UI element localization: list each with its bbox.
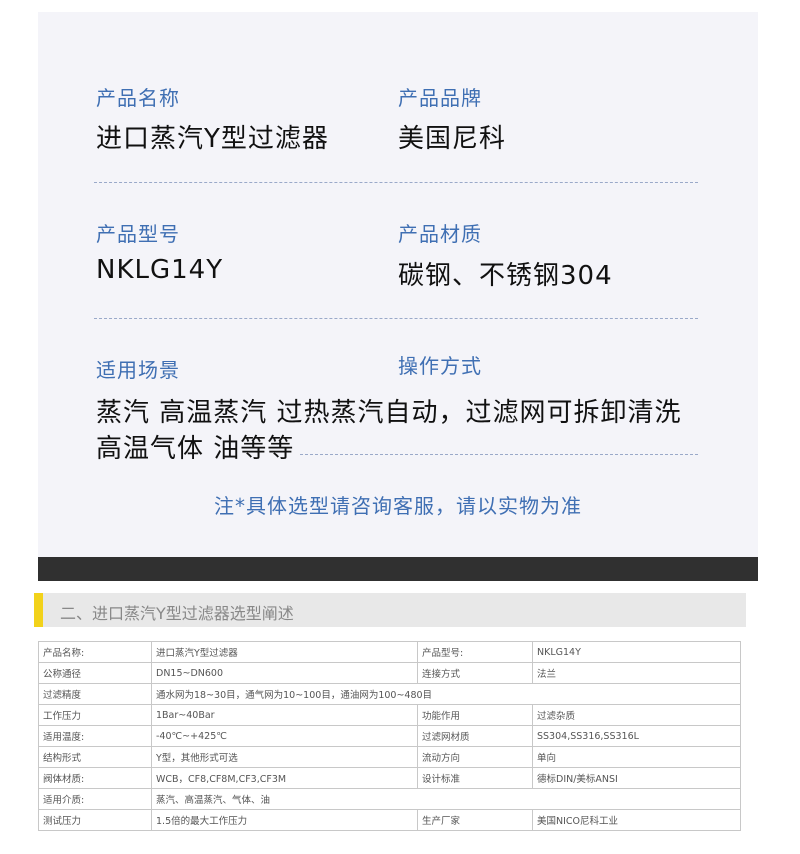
divider: [94, 318, 698, 319]
application-scene-label: 适用场景: [96, 358, 180, 382]
disclaimer-note: 注*具体选型请咨询客服，请以实物为准: [214, 494, 582, 518]
table-cell: DN15~DN600: [151, 662, 418, 684]
section-accent: [34, 593, 43, 627]
divider: [300, 454, 698, 455]
table-cell: 单向: [532, 746, 741, 768]
table-row: 产品名称: 进口蒸汽Y型过滤器 产品型号: NKLG14Y: [38, 641, 741, 663]
table-row: 适用温度: -40℃~+425℃ 过滤网材质 SS304,SS316,SS316…: [38, 725, 741, 747]
table-cell: 功能作用: [417, 704, 533, 726]
separator-bar: [38, 557, 758, 581]
table-cell: 阀体材质:: [38, 767, 152, 789]
table-cell: 过滤杂质: [532, 704, 741, 726]
table-cell: 产品型号:: [417, 641, 533, 663]
table-cell: 设计标准: [417, 767, 533, 789]
table-row: 适用介质: 蒸汽、高温蒸汽、气体、油: [38, 788, 741, 810]
table-cell: 公称通径: [38, 662, 152, 684]
table-cell: 蒸汽、高温蒸汽、气体、油: [151, 788, 741, 810]
section-header: 二、进口蒸汽Y型过滤器选型阐述: [34, 593, 746, 627]
spec-table: 产品名称: 进口蒸汽Y型过滤器 产品型号: NKLG14Y 公称通径 DN15~…: [38, 641, 741, 831]
product-name-value: 进口蒸汽Y型过滤器: [96, 124, 329, 154]
table-cell: 生产厂家: [417, 809, 533, 831]
table-cell: 法兰: [532, 662, 741, 684]
section-title: 二、进口蒸汽Y型过滤器选型阐述: [60, 604, 294, 623]
table-cell: 1.5倍的最大工作压力: [151, 809, 418, 831]
operation-mode-label: 操作方式: [398, 354, 482, 378]
table-row: 结构形式 Y型，其他形式可选 流动方向 单向: [38, 746, 741, 768]
table-cell: 过滤网材质: [417, 725, 533, 747]
product-material-label: 产品材质: [398, 222, 482, 246]
table-cell: NKLG14Y: [532, 641, 741, 663]
table-cell: 1Bar~40Bar: [151, 704, 418, 726]
table-cell: -40℃~+425℃: [151, 725, 418, 747]
table-cell: 进口蒸汽Y型过滤器: [151, 641, 418, 663]
table-cell: 工作压力: [38, 704, 152, 726]
product-material-value: 碳钢、不锈钢304: [398, 261, 613, 291]
divider: [94, 182, 698, 183]
table-cell: 过滤精度: [38, 683, 152, 705]
table-cell: 流动方向: [417, 746, 533, 768]
product-model-label: 产品型号: [96, 222, 180, 246]
table-cell: Y型，其他形式可选: [151, 746, 418, 768]
application-scene-value: 蒸汽 高温蒸汽 过热蒸汽自动，过滤网可拆卸清洗: [96, 398, 682, 428]
table-cell: 适用介质:: [38, 788, 152, 810]
table-row: 阀体材质: WCB，CF8,CF8M,CF3,CF3M 设计标准 德标DIN/美…: [38, 767, 741, 789]
table-cell: 美国NICO尼科工业: [532, 809, 741, 831]
table-cell: 适用温度:: [38, 725, 152, 747]
table-row: 工作压力 1Bar~40Bar 功能作用 过滤杂质: [38, 704, 741, 726]
product-brand-label: 产品品牌: [398, 86, 482, 110]
table-row: 公称通径 DN15~DN600 连接方式 法兰: [38, 662, 741, 684]
table-cell: 通水网为18~30目，通气网为10~100目，通油网为100~480目: [151, 683, 741, 705]
product-brand-value: 美国尼科: [398, 124, 507, 154]
table-cell: WCB，CF8,CF8M,CF3,CF3M: [151, 767, 418, 789]
table-cell: 测试压力: [38, 809, 152, 831]
table-cell: 连接方式: [417, 662, 533, 684]
product-name-label: 产品名称: [96, 86, 180, 110]
table-row: 测试压力 1.5倍的最大工作压力 生产厂家 美国NICO尼科工业: [38, 809, 741, 831]
application-scene-value-cont: 高温气体 油等等: [96, 434, 295, 464]
table-row: 过滤精度 通水网为18~30目，通气网为10~100目，通油网为100~480目: [38, 683, 741, 705]
table-cell: 产品名称:: [38, 641, 152, 663]
table-cell: SS304,SS316,SS316L: [532, 725, 741, 747]
product-model-value: NKLG14Y: [96, 255, 224, 285]
table-cell: 德标DIN/美标ANSI: [532, 767, 741, 789]
table-cell: 结构形式: [38, 746, 152, 768]
